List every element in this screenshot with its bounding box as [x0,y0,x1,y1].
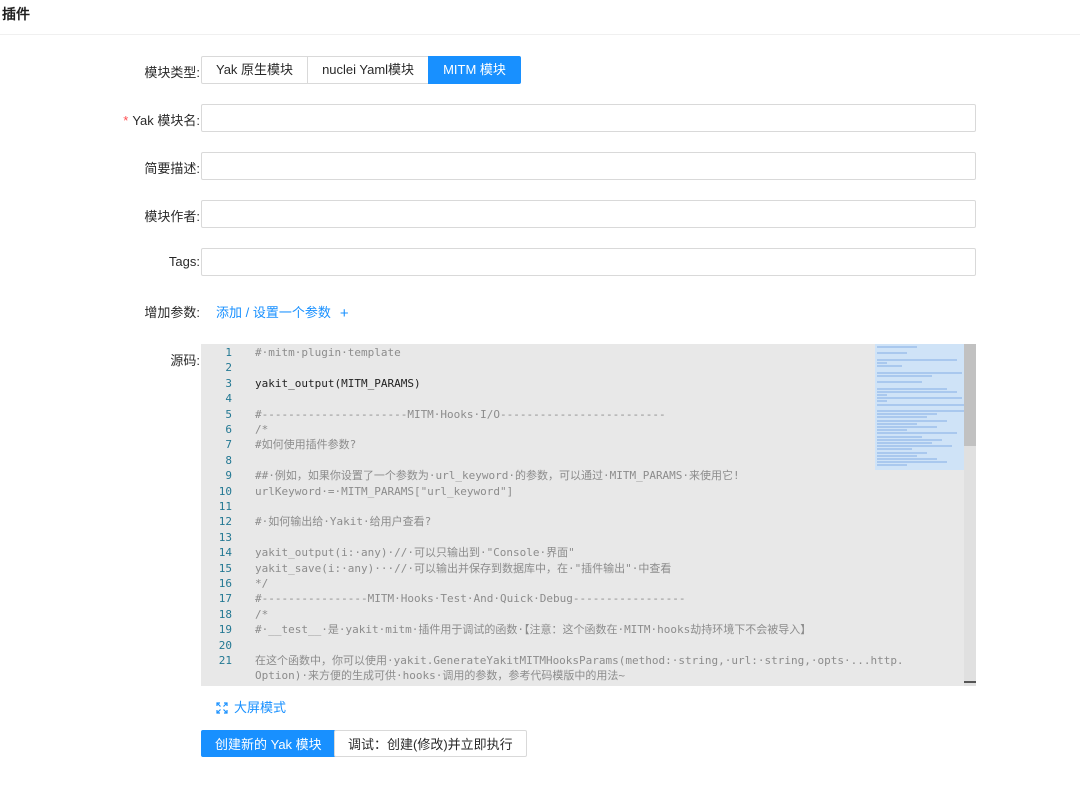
minimap-line [877,454,917,457]
minimap-line [877,371,962,374]
fullscreen-label: 大屏模式 [234,700,287,715]
minimap-line [877,451,927,454]
line-number: 4 [225,392,232,406]
code-text: */ [255,577,269,590]
minimap-line [877,458,937,460]
minimap-line [877,445,952,448]
minimap-line [877,432,957,435]
code-text: /* [255,607,269,621]
minimap-line [877,429,907,432]
debug-run-button[interactable]: 调试：创建(修改)并立即执行 [334,730,527,757]
tags-label: Tags: [168,254,200,269]
radio-nuclei-yaml[interactable]: nuclei Yaml模块 [307,56,430,84]
minimap-line [877,403,965,406]
page-title: 插件 [2,6,30,22]
editor-minimap[interactable] [875,344,965,470]
page-header: 插件 [0,0,1080,35]
line-number: 3 [225,376,232,390]
code-text: #如何使用插件参数? [255,438,357,452]
line-number: 16 [218,577,232,590]
code-text: /* [255,423,269,436]
author-label: 模块作者: [144,209,200,224]
fullscreen-link[interactable]: 大屏模式 [216,697,286,716]
minimap-line [877,464,907,467]
line-number: 5 [225,407,232,421]
line-number: 1 [225,346,232,359]
minimap-line [877,426,937,428]
line-number: 9 [225,469,232,483]
minimap-line [877,352,907,355]
minimap-line [877,422,917,425]
line-number: 2 [225,361,232,375]
code-text: #----------------MITM·Hooks·Test·And·Qui… [255,592,686,606]
line-number: 20 [218,638,232,652]
code-text: ##·例如，如果你设置了一个参数为·url_keyword·的参数，可以通过·M… [255,469,740,483]
minimap-line [877,346,917,348]
editor-scrollbar[interactable] [964,344,976,446]
plus-icon: + [339,305,349,322]
params-label: 增加参数: [144,305,200,320]
line-number: 8 [225,453,232,467]
line-number: 18 [218,607,232,621]
code-text: #·mitm·plugin·template [255,346,401,359]
line-number: 19 [218,623,232,637]
code-text: 在这个函数中，你可以使用·yakit.GenerateYakitMITMHook… [255,654,904,667]
minimap-line [877,358,957,361]
line-number: 11 [218,500,232,513]
minimap-line [877,416,927,419]
line-number: 7 [225,438,232,452]
code-text: urlKeyword·=·MITM_PARAMS["url_keyword"] [255,484,514,498]
minimap-line [877,365,902,368]
description-label: 简要描述: [144,161,200,176]
minimap-line [877,442,932,444]
module-name-label: * Yak 模块名: [123,113,200,128]
code-text: #·__test__·是·yakit·mitm·插件用于调试的函数·【注意：这个… [255,623,812,637]
add-param-label: 添加 / 设置一个参数 [216,305,331,320]
required-mark: * [123,113,129,128]
code-text: yakit_output(i:·any)·//·可以只输出到·"Console·… [255,546,575,560]
minimap-line [877,413,937,416]
minimap-line [877,438,942,441]
line-number: 6 [225,423,232,436]
code-text: yakit_output(MITM_PARAMS) [255,376,421,390]
minimap-line [877,390,957,393]
minimap-line [877,381,922,384]
minimap-line [877,397,962,400]
minimap-line [877,374,932,377]
minimap-line [877,410,965,412]
minimap-line [877,362,887,364]
expand-icon [216,702,228,714]
code-text: yakit_save(i:·any)···//·可以输出并保存到数据库中，在·"… [255,561,672,575]
code-editor[interactable]: Option)·来方便的生成可供·hooks·调用的参数，参考代码模版中的用法~… [201,344,976,686]
line-number: 12 [218,515,232,529]
author-input[interactable] [201,200,976,228]
add-param-link[interactable]: 添加 / 设置一个参数 + [216,302,349,322]
code-text: #----------------------MITM·Hooks·I/O---… [255,407,666,421]
minimap-line [877,387,947,390]
code-text: Option)·来方便的生成可供·hooks·调用的参数，参考代码模版中的用法~ [255,669,625,683]
radio-yak-native[interactable]: Yak 原生模块 [201,56,309,84]
line-number: 13 [218,530,232,544]
minimap-line [877,448,912,451]
description-input[interactable] [201,152,976,180]
line-number: 10 [218,484,232,498]
line-number: 14 [218,546,232,560]
line-number: 17 [218,592,232,606]
source-label: 源码: [170,353,200,368]
create-module-button[interactable]: 创建新的 Yak 模块 [201,730,336,757]
module-type-radio-group: Yak 原生模块 nuclei Yaml模块 MITM 模块 [201,56,521,84]
code-text: #·如何输出给·Yakit·给用户查看? [255,515,432,529]
radio-mitm[interactable]: MITM 模块 [428,56,521,84]
module-type-label: 模块类型: [144,65,200,80]
line-number: 21 [218,654,232,667]
minimap-line [877,435,922,438]
tags-input[interactable] [201,248,976,276]
editor-scroll-end [964,681,976,683]
minimap-line [877,400,887,403]
minimap-line [877,419,947,422]
module-name-input[interactable] [201,104,976,132]
line-number: 15 [218,561,232,575]
minimap-line [877,461,947,464]
minimap-line [877,394,887,396]
